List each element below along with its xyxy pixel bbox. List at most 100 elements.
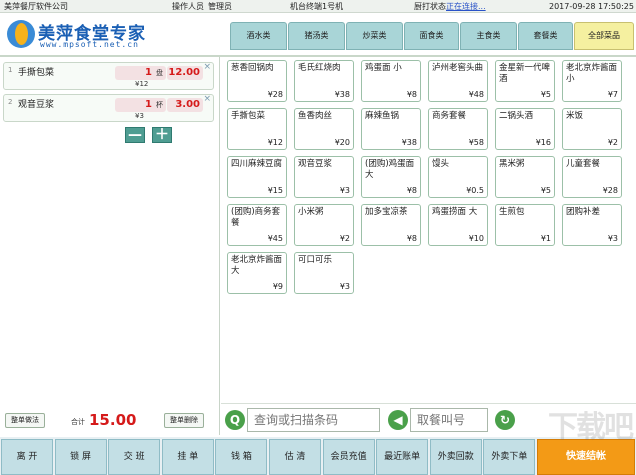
dish-card[interactable]: 鸡蛋捞面 大 ¥10 xyxy=(428,204,488,246)
call-number-icon: ◀ xyxy=(388,410,408,430)
dish-price: ¥3 xyxy=(607,234,618,243)
dish-card[interactable]: 手撕包菜 ¥12 xyxy=(227,108,287,150)
order-item[interactable]: 1 手撕包菜 1 盘 12.00 ¥12 × xyxy=(3,62,214,90)
dish-name: 商务套餐 xyxy=(432,111,467,121)
dish-name: (团购)商务套餐 xyxy=(231,207,281,228)
company-name: 美萍餐厅软件公司 xyxy=(4,2,68,11)
call-number-input[interactable] xyxy=(410,408,488,432)
dish-card[interactable]: 四川麻辣豆腐 ¥15 xyxy=(227,156,287,198)
tab-pork-soup[interactable]: 猪汤类 xyxy=(288,22,345,50)
dish-name: 手撕包菜 xyxy=(231,111,266,121)
kitchen-status[interactable]: 正在连接... xyxy=(446,0,486,13)
dish-card[interactable]: 团购补差 ¥3 xyxy=(562,204,622,246)
dish-name: 可口可乐 xyxy=(298,255,333,265)
pos-window: { "topbar": { "company": "美萍餐厅软件公司", "op… xyxy=(0,0,636,475)
tab-noodles[interactable]: 面食类 xyxy=(404,22,459,50)
search-icon: Q xyxy=(225,410,245,430)
dish-price: ¥45 xyxy=(267,234,283,243)
qty-plus-button[interactable]: ＋ xyxy=(152,127,172,143)
leave-button[interactable]: 离 开 xyxy=(1,439,53,475)
hold-order-button[interactable]: 挂 单 xyxy=(161,439,214,475)
lock-screen-button[interactable]: 锁 屏 xyxy=(54,439,107,475)
dish-price: ¥1 xyxy=(540,234,551,243)
order-method-button[interactable]: 整单做法 xyxy=(5,413,45,428)
dish-name: 黑米粥 xyxy=(499,159,525,169)
search-input[interactable] xyxy=(247,408,380,432)
dish-price: ¥9 xyxy=(272,282,283,291)
close-icon[interactable]: × xyxy=(203,94,211,104)
dish-card[interactable]: 泸州老窖头曲 ¥48 xyxy=(428,60,488,102)
dish-card[interactable]: 鱼香肉丝 ¥20 xyxy=(294,108,354,150)
order-item[interactable]: 2 观音豆浆 1 杯 3.00 ¥3 × xyxy=(3,94,214,122)
dish-name: 鸡蛋捞面 大 xyxy=(432,207,478,217)
dish-name: 小米粥 xyxy=(298,207,324,217)
tab-set-meal[interactable]: 套餐类 xyxy=(518,22,573,50)
dish-price: ¥2 xyxy=(607,138,618,147)
dish-card[interactable]: 加多宝凉茶 ¥8 xyxy=(361,204,421,246)
shift-handover-button[interactable]: 交 班 xyxy=(108,439,161,475)
order-unit-price: ¥12 xyxy=(135,80,149,88)
dish-card[interactable]: (团购)鸡蛋面大 ¥8 xyxy=(361,156,421,198)
dish-card[interactable]: 老北京炸酱面大 ¥9 xyxy=(227,252,287,294)
dish-name: 鸡蛋面 小 xyxy=(365,63,402,73)
dish-card[interactable]: 米饭 ¥2 xyxy=(562,108,622,150)
sold-out-button[interactable]: 估 清 xyxy=(269,439,321,475)
dish-name: 团购补差 xyxy=(566,207,601,217)
takeout-payment-button[interactable]: 外卖回款 xyxy=(429,439,482,475)
dish-name: 加多宝凉茶 xyxy=(365,207,408,217)
order-unit: 杯 xyxy=(156,101,163,109)
dish-name: 二锅头酒 xyxy=(499,111,534,121)
member-recharge-button[interactable]: 会员充值 xyxy=(322,439,375,475)
dish-card[interactable]: 麻辣鱼锅 ¥38 xyxy=(361,108,421,150)
dish-card[interactable]: 老北京炸酱面小 ¥7 xyxy=(562,60,622,102)
close-icon[interactable]: × xyxy=(203,62,211,72)
order-qty-box[interactable]: 1 盘 xyxy=(115,66,166,80)
dish-price: ¥38 xyxy=(401,138,417,147)
recent-bills-button[interactable]: 最近账单 xyxy=(376,439,429,475)
dish-name: 葱香回锅肉 xyxy=(231,63,274,73)
dish-card[interactable]: 二锅头酒 ¥16 xyxy=(495,108,555,150)
clear-order-button[interactable]: 整单删除 xyxy=(164,413,204,428)
dish-price: ¥3 xyxy=(339,282,350,291)
order-seq: 1 xyxy=(8,66,13,74)
tab-stir-fry[interactable]: 炒菜类 xyxy=(346,22,403,50)
brand-url: www.mpsoft.net.cn xyxy=(40,40,139,49)
dish-price: ¥2 xyxy=(339,234,350,243)
dish-card[interactable]: 黑米粥 ¥5 xyxy=(495,156,555,198)
dish-price: ¥8 xyxy=(406,234,417,243)
takeout-order-button[interactable]: 外卖下单 xyxy=(483,439,536,475)
dish-card[interactable]: 生煎包 ¥1 xyxy=(495,204,555,246)
dish-price: ¥48 xyxy=(468,90,484,99)
tab-all-dishes[interactable]: 全部菜品 xyxy=(574,22,634,50)
cash-drawer-button[interactable]: 钱 箱 xyxy=(215,439,268,475)
kitchen-label: 厨打状态 xyxy=(414,2,446,11)
dish-card[interactable]: 观音豆浆 ¥3 xyxy=(294,156,354,198)
order-qty-box[interactable]: 1 杯 xyxy=(115,98,166,112)
dish-price: ¥12 xyxy=(267,138,283,147)
tab-drinks[interactable]: 酒水类 xyxy=(230,22,287,50)
dish-card[interactable]: 葱香回锅肉 ¥28 xyxy=(227,60,287,102)
dish-price: ¥8 xyxy=(406,186,417,195)
dish-grid: 葱香回锅肉 ¥28 毛氏红烧肉 ¥38 鸡蛋面 小 ¥8 泸州老窖头曲 ¥48 金星新一代啤酒 ¥… xyxy=(221,57,636,403)
total-label: 合计 xyxy=(71,418,85,426)
dish-name: 老北京炸酱面大 xyxy=(231,255,283,276)
dish-card[interactable]: 馒头 ¥0.5 xyxy=(428,156,488,198)
dish-card[interactable]: 鸡蛋面 小 ¥8 xyxy=(361,60,421,102)
dish-card[interactable]: 商务套餐 ¥58 xyxy=(428,108,488,150)
datetime: 2017-09-28 17:50:25 xyxy=(549,2,634,11)
order-qty: 1 xyxy=(145,67,152,78)
qty-minus-button[interactable]: — xyxy=(125,127,145,143)
tab-staple[interactable]: 主食类 xyxy=(460,22,517,50)
dish-card[interactable]: 毛氏红烧肉 ¥38 xyxy=(294,60,354,102)
dish-card[interactable]: 金星新一代啤酒 ¥5 xyxy=(495,60,555,102)
dish-card[interactable]: 儿童套餐 ¥28 xyxy=(562,156,622,198)
dish-card[interactable]: 可口可乐 ¥3 xyxy=(294,252,354,294)
dish-card[interactable]: (团购)商务套餐 ¥45 xyxy=(227,204,287,246)
order-price: 12.00 xyxy=(167,66,203,80)
dish-name: 金星新一代啤酒 xyxy=(499,63,551,84)
dish-name: 馒头 xyxy=(432,159,450,169)
order-qty: 1 xyxy=(145,99,152,110)
dish-card[interactable]: 小米粥 ¥2 xyxy=(294,204,354,246)
terminal-name: 1号机 xyxy=(322,2,344,11)
refresh-icon[interactable]: ↻ xyxy=(495,410,515,430)
